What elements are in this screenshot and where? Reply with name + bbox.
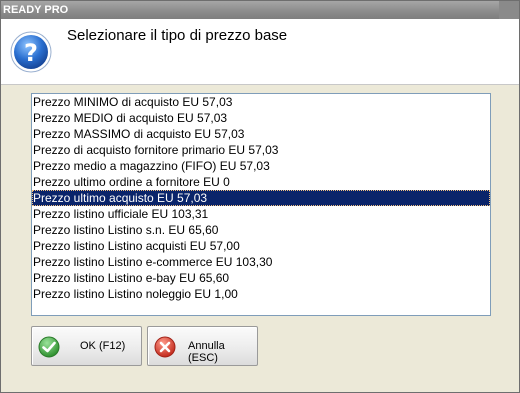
dialog-header: ? Selezionare il tipo di prezzo base (1, 19, 519, 85)
list-item[interactable]: Prezzo listino Listino acquisti EU 57,00 (32, 238, 490, 254)
cancel-button-label: Annulla (ESC) (188, 340, 225, 364)
list-item[interactable]: Prezzo listino Listino e-commerce EU 103… (32, 254, 490, 270)
check-icon (38, 336, 60, 358)
list-item[interactable]: Prezzo listino Listino e-bay EU 65,60 (32, 270, 490, 286)
list-item[interactable]: Prezzo listino Listino noleggio EU 1,00 (32, 286, 490, 302)
list-item[interactable]: Prezzo MEDIO di acquisto EU 57,03 (32, 110, 490, 126)
ok-button-label: OK (F12) (80, 340, 126, 352)
list-item[interactable]: Prezzo medio a magazzino (FIFO) EU 57,03 (32, 158, 490, 174)
ok-button[interactable]: OK (F12) (31, 326, 142, 366)
title-bar[interactable]: READY PRO (1, 1, 519, 19)
dialog-prompt: Selezionare il tipo di prezzo base (67, 27, 288, 44)
window-title: READY PRO (3, 4, 69, 16)
cancel-icon (154, 336, 176, 358)
list-item-selected[interactable]: Prezzo ultimo acquisto EU 57,03 (32, 190, 490, 206)
question-icon: ? (10, 31, 52, 73)
svg-text:?: ? (24, 39, 38, 67)
list-item[interactable]: Prezzo listino ufficiale EU 103,31 (32, 206, 490, 222)
title-bar-control-area[interactable] (499, 1, 519, 19)
list-item[interactable]: Prezzo listino Listino s.n. EU 65,60 (32, 222, 490, 238)
list-item[interactable]: Prezzo di acquisto fornitore primario EU… (32, 142, 490, 158)
dialog-window: READY PRO ? Selezionare il tipo di prezz… (0, 0, 520, 393)
price-type-list[interactable]: Prezzo MINIMO di acquisto EU 57,03 Prezz… (31, 93, 491, 316)
list-item[interactable]: Prezzo ultimo ordine a fornitore EU 0 (32, 174, 490, 190)
cancel-button[interactable]: Annulla (ESC) (147, 326, 258, 366)
list-item[interactable]: Prezzo MASSIMO di acquisto EU 57,03 (32, 126, 490, 142)
list-item[interactable]: Prezzo MINIMO di acquisto EU 57,03 (32, 94, 490, 110)
